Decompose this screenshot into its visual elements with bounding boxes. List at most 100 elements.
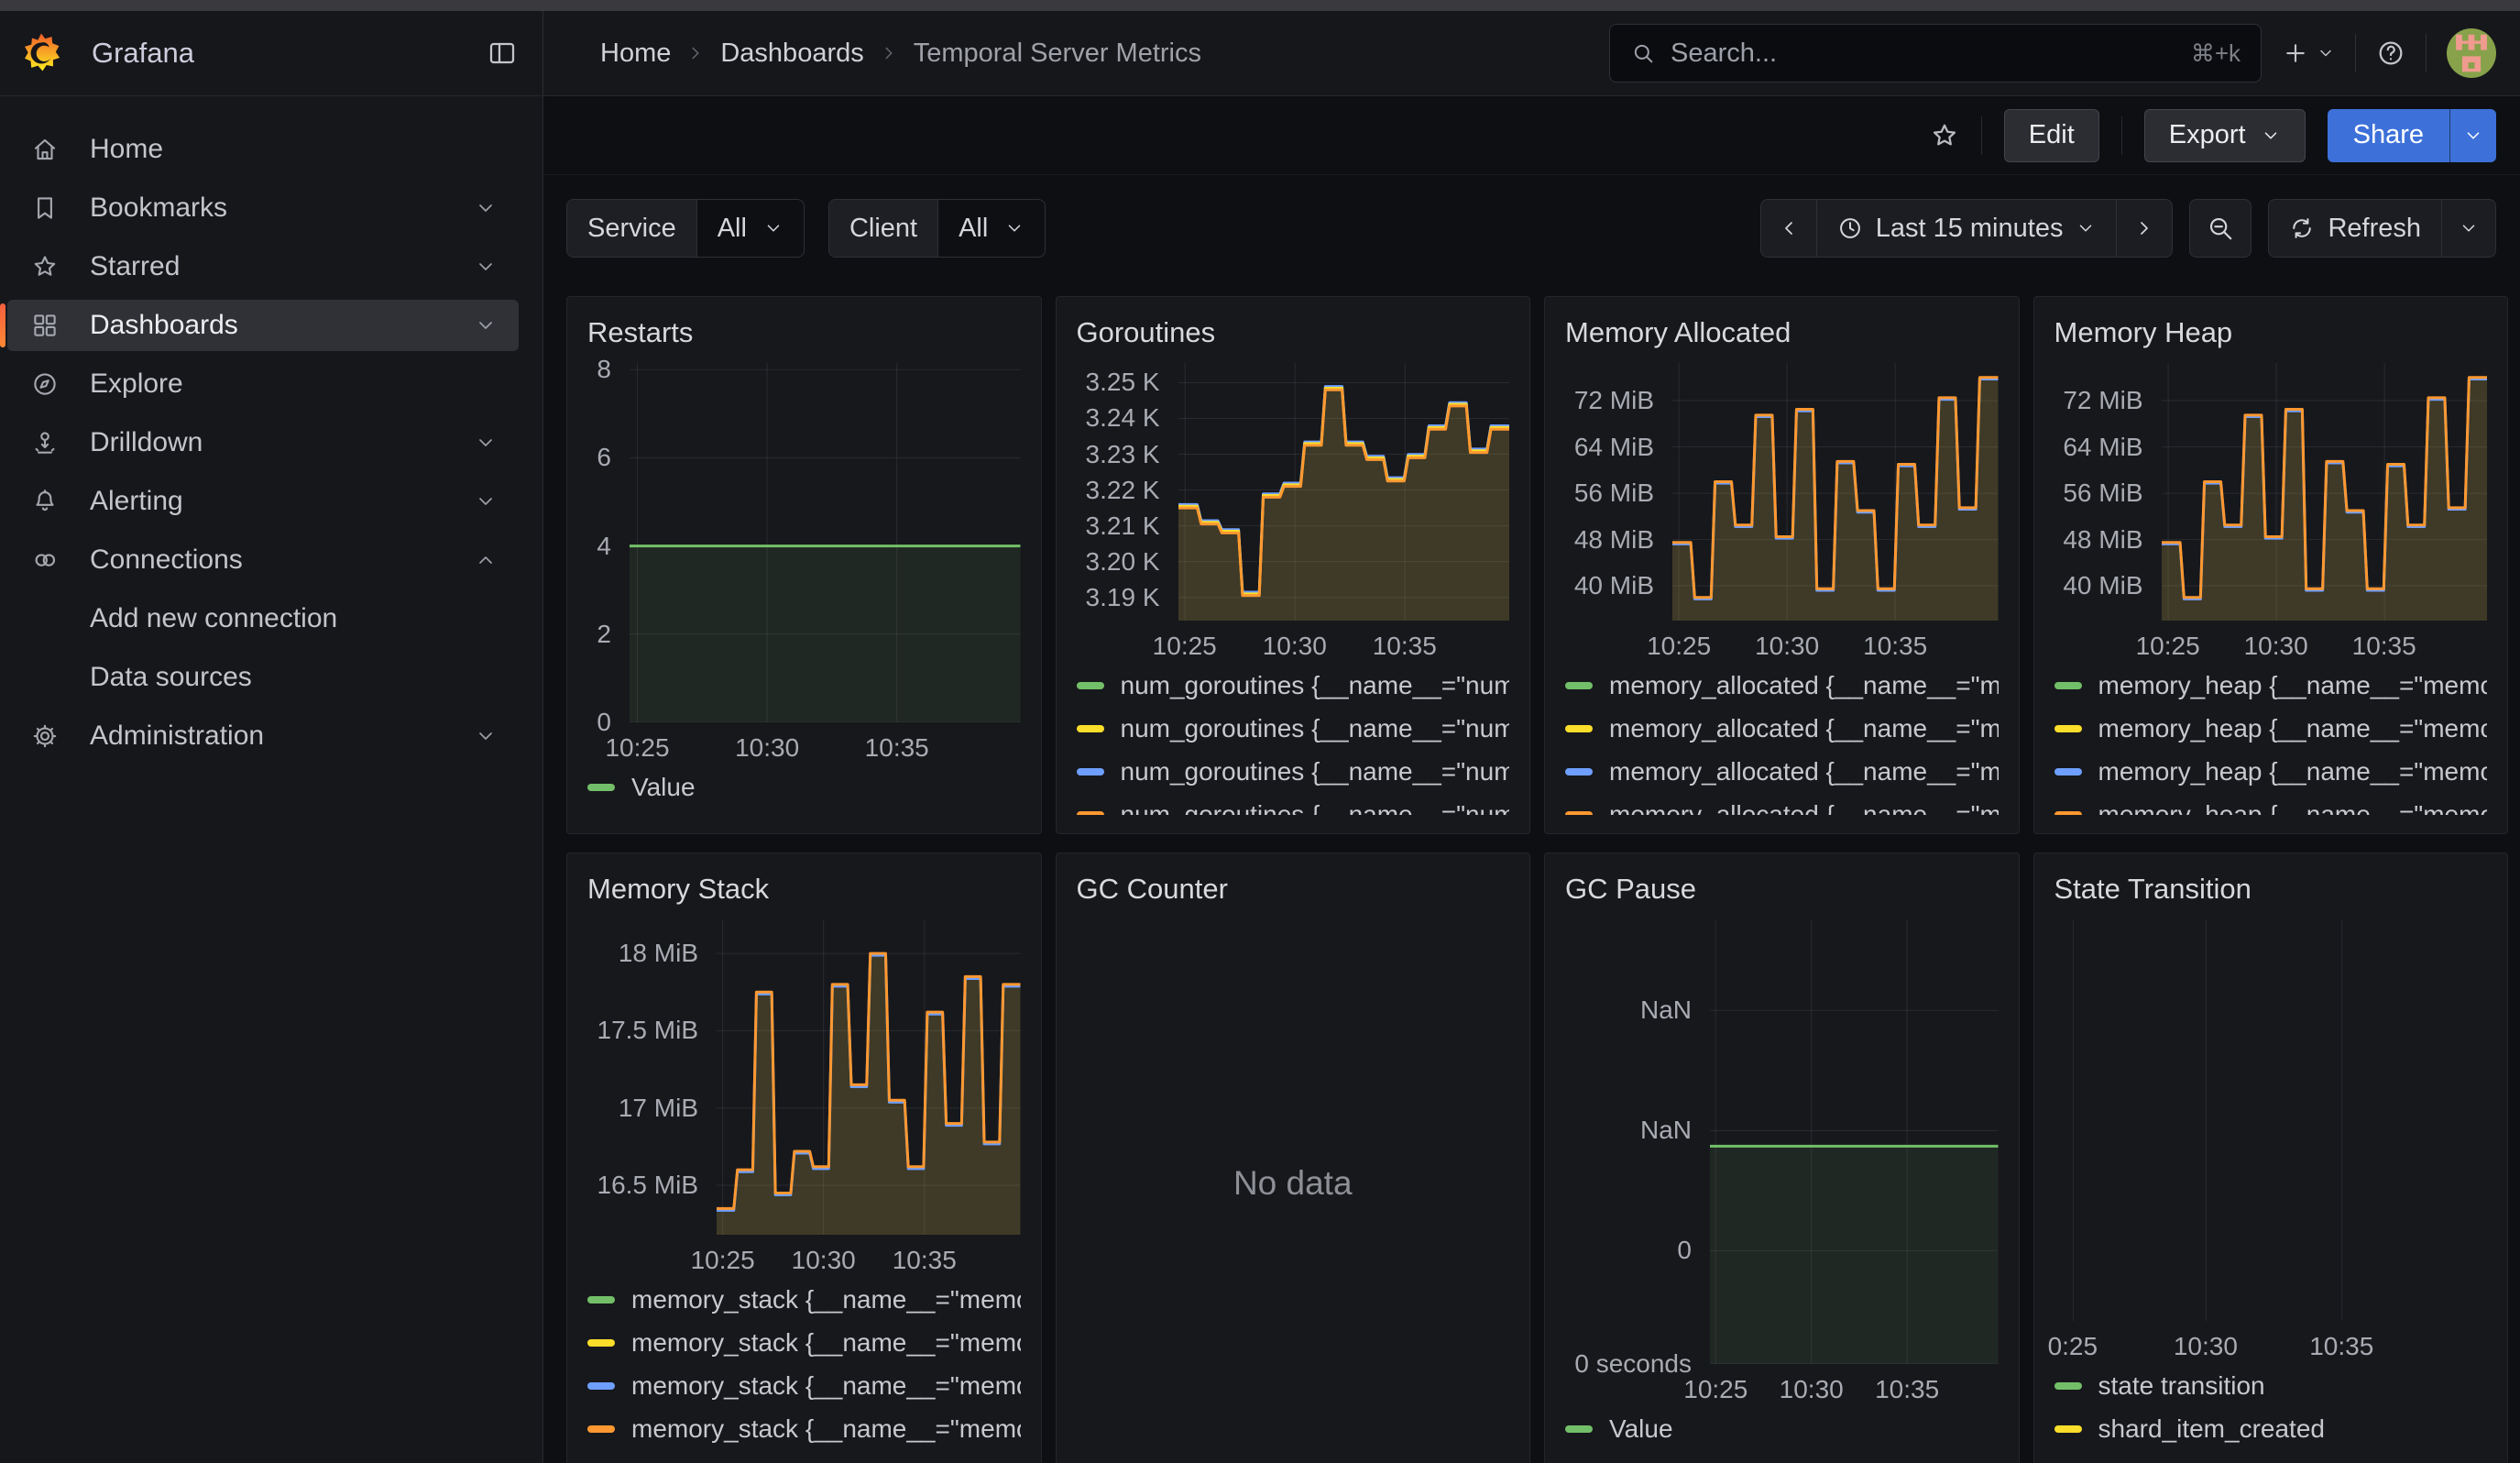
legend-item[interactable]: memory_stack {__name__="memory_s — [587, 1370, 1021, 1401]
chevron-down-icon — [2076, 218, 2096, 238]
legend-item[interactable]: Value — [1565, 1414, 1999, 1444]
star-dashboard-icon[interactable] — [1930, 121, 1959, 150]
grafana-logo-icon[interactable] — [20, 32, 62, 74]
service-filter-value[interactable]: All — [697, 200, 804, 257]
panel-title[interactable]: Restarts — [587, 312, 1021, 354]
sidebar-item-administration[interactable]: Administration — [7, 710, 519, 762]
legend-item[interactable]: memory_heap {__name__="memory_h — [2054, 799, 2488, 815]
x-tick-label: 10:25 — [1647, 632, 1711, 661]
x-tick-label: 10:35 — [1875, 1375, 1939, 1404]
panel-title[interactable]: State Transition — [2054, 868, 2488, 910]
legend-item[interactable]: memory_heap {__name__="memory_h — [2054, 756, 2488, 786]
legend-item[interactable]: memory_stack {__name__="memory_s — [587, 1284, 1021, 1314]
y-tick-label: 3.21 K — [1086, 512, 1160, 541]
user-avatar[interactable] — [2447, 28, 2496, 78]
chevron-down-icon[interactable] — [475, 432, 497, 454]
legend-series-label: memory_stack {__name__="memory_s — [631, 1414, 1021, 1444]
refresh-button[interactable]: Refresh — [2269, 200, 2442, 257]
x-tick-label: 10:30 — [2244, 632, 2308, 661]
chevron-down-icon[interactable] — [475, 197, 497, 219]
legend-series-dash — [1565, 768, 1593, 776]
export-button[interactable]: Export — [2144, 109, 2306, 162]
legend-series-label: memory_stack {__name__="memory_s — [631, 1328, 1021, 1358]
chevron-down-icon[interactable] — [475, 725, 497, 747]
y-tick-label: 3.22 K — [1086, 476, 1160, 505]
panel-chart: 18 MiB17.5 MiB17 MiB16.5 MiB10:2510:3010… — [587, 919, 1021, 1457]
legend-series-label: memory_heap {__name__="memory_h — [2098, 757, 2488, 786]
breadcrumb-dashboards[interactable]: Dashboards — [720, 38, 863, 69]
zoom-out-button[interactable] — [2189, 199, 2252, 258]
time-shift-forward-button[interactable] — [2117, 200, 2172, 257]
chevron-down-icon — [2463, 126, 2483, 146]
legend-item[interactable]: memory_stack {__name__="memory_s — [587, 1327, 1021, 1358]
legend-series-dash — [1565, 1425, 1593, 1433]
legend-series-dash — [2054, 1382, 2082, 1390]
legend-series-label: memory_heap {__name__="memory_h — [2098, 800, 2488, 816]
sidebar-item-data-sources[interactable]: Data sources — [7, 652, 519, 703]
chevron-down-icon[interactable] — [475, 256, 497, 278]
share-dropdown-button[interactable] — [2449, 109, 2496, 162]
sidebar-item-add-new-connection[interactable]: Add new connection — [7, 593, 519, 644]
legend-series-label: Value — [1609, 1414, 1673, 1444]
legend-item[interactable]: shard_item_created — [2054, 1414, 2488, 1444]
sidebar-item-dashboards[interactable]: Dashboards — [7, 300, 519, 351]
legend-item[interactable]: Value — [587, 772, 1021, 802]
chevron-right-icon — [879, 43, 899, 63]
legend-item[interactable]: memory_allocated {__name__="memo — [1565, 799, 1999, 815]
client-filter-value[interactable]: All — [938, 200, 1045, 257]
share-button[interactable]: Share — [2328, 109, 2449, 162]
legend-item[interactable]: memory_allocated {__name__="memo — [1565, 713, 1999, 743]
y-tick-label: 56 MiB — [2063, 478, 2142, 508]
panel-toggle-icon[interactable] — [488, 38, 517, 68]
top-bar-actions: Search... ⌘+k — [1609, 24, 2496, 82]
dashboard-toolbar: Edit Export Share — [543, 96, 2520, 175]
sidebar-item-drilldown[interactable]: Drilldown — [7, 417, 519, 468]
panel-title[interactable]: Memory Stack — [587, 868, 1021, 910]
legend-item[interactable]: state transition — [2054, 1370, 2488, 1401]
time-range-picker[interactable]: Last 15 minutes — [1817, 200, 2118, 257]
sidebar-item-label: Add new connection — [90, 603, 337, 634]
refresh-icon — [2289, 215, 2315, 241]
panel-legend: memory_stack {__name__="memory_s memory_s… — [587, 1284, 1021, 1457]
chevron-up-icon[interactable] — [475, 549, 497, 571]
sidebar-item-alerting[interactable]: Alerting — [7, 476, 519, 527]
sidebar-item-home[interactable]: Home — [7, 124, 519, 175]
legend-item[interactable]: memory_heap {__name__="memory_h — [2054, 670, 2488, 700]
panel-title[interactable]: GC Counter — [1077, 868, 1510, 910]
panel-title[interactable]: Memory Allocated — [1565, 312, 1999, 354]
legend-series-dash — [1565, 725, 1593, 732]
legend-item[interactable]: memory_allocated {__name__="memo — [1565, 756, 1999, 786]
sidebar-item-connections[interactable]: Connections — [7, 534, 519, 586]
sidebar-item-bookmarks[interactable]: Bookmarks — [7, 182, 519, 234]
help-icon[interactable] — [2376, 38, 2405, 68]
panel-title[interactable]: Goroutines — [1077, 312, 1510, 354]
chevron-down-icon[interactable] — [475, 490, 497, 512]
legend-series-dash — [1565, 682, 1593, 689]
legend-item[interactable]: num_goroutines {__name__="num_go — [1077, 670, 1510, 700]
legend-series-dash — [1565, 811, 1593, 816]
sidebar-item-starred[interactable]: Starred — [7, 241, 519, 292]
service-filter: Service All — [566, 199, 805, 258]
legend-item[interactable]: num_goroutines {__name__="num_go — [1077, 799, 1510, 815]
time-shift-back-button[interactable] — [1761, 200, 1817, 257]
legend-item[interactable]: memory_heap {__name__="memory_h — [2054, 713, 2488, 743]
search-input[interactable]: Search... ⌘+k — [1609, 24, 2262, 82]
legend-item[interactable]: num_goroutines {__name__="num_go — [1077, 713, 1510, 743]
legend-item[interactable]: num_goroutines {__name__="num_go — [1077, 756, 1510, 786]
legend-item[interactable]: memory_stack {__name__="memory_s — [587, 1414, 1021, 1444]
add-new-button[interactable] — [2282, 39, 2335, 67]
edit-button[interactable]: Edit — [2004, 109, 2099, 162]
sidebar-item-label: Alerting — [90, 486, 183, 517]
sidebar-item-explore[interactable]: Explore — [7, 358, 519, 410]
variable-filters: Service All Client All — [566, 199, 1046, 258]
breadcrumb-home[interactable]: Home — [600, 38, 671, 69]
panel-title[interactable]: GC Pause — [1565, 868, 1999, 910]
sidebar-item-label: Starred — [90, 251, 180, 282]
legend-series-label: memory_allocated {__name__="memo — [1609, 671, 1999, 700]
chevron-down-icon[interactable] — [475, 314, 497, 336]
legend-item[interactable]: memory_allocated {__name__="memo — [1565, 670, 1999, 700]
chevron-left-icon — [1778, 217, 1800, 239]
panel-title[interactable]: Memory Heap — [2054, 312, 2488, 354]
refresh-interval-button[interactable] — [2442, 200, 2495, 257]
legend-series-label: num_goroutines {__name__="num_go — [1121, 671, 1510, 700]
